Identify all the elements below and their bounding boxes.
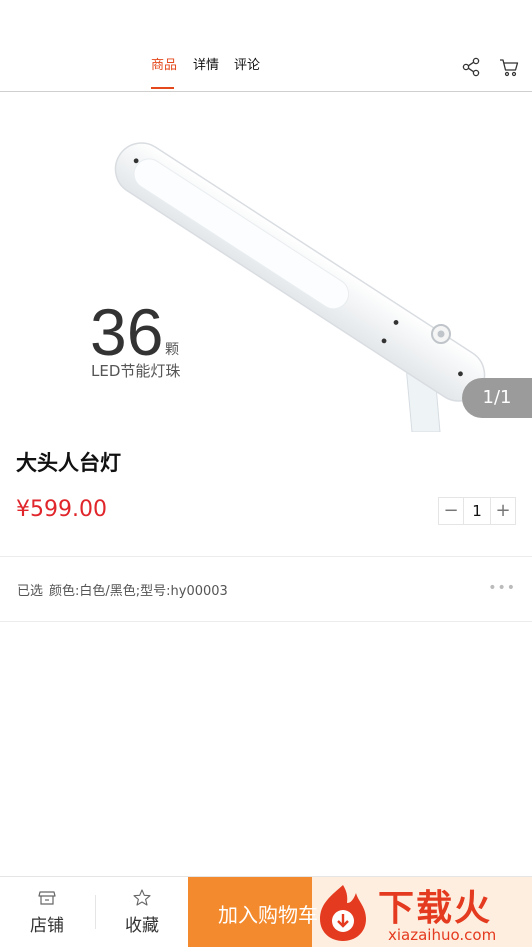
spec-label: 已选 <box>17 584 44 599</box>
bottom-action-bar: 店铺 收藏 加入购物车 下载火 xiazaihuo.com <box>0 876 532 947</box>
quantity-value[interactable]: 1 <box>463 498 491 524</box>
store-icon <box>38 891 56 905</box>
flame-logo-icon <box>320 885 366 941</box>
spec-selector-row[interactable]: 已选 颜色:白色/黑色;型号:hy00003 ••• <box>0 558 532 620</box>
feature-caption: LED节能灯珠 <box>91 362 180 380</box>
tab-product[interactable]: 商品 <box>151 54 177 73</box>
image-counter: 1/1 <box>462 378 532 418</box>
favorite-button[interactable]: 收藏 <box>95 877 189 947</box>
tab-reviews[interactable]: 评论 <box>234 54 260 73</box>
star-icon <box>133 889 151 906</box>
divider <box>0 621 532 622</box>
tab-details[interactable]: 详情 <box>193 54 219 73</box>
favorite-label: 收藏 <box>125 916 159 936</box>
watermark-url: xiazaihuo.com <box>388 926 497 944</box>
decrease-quantity-button[interactable]: − <box>439 498 463 524</box>
add-to-cart-label: 加入购物车 <box>218 903 318 927</box>
product-title: 大头人台灯 <box>16 451 121 475</box>
top-navigation-bar: 商品 详情 评论 <box>0 0 532 92</box>
increase-quantity-button[interactable]: + <box>491 498 515 524</box>
spec-value: 颜色:白色/黑色;型号:hy00003 <box>49 584 228 599</box>
watermark-title: 下载火 <box>378 888 493 929</box>
divider <box>0 556 532 557</box>
quantity-stepper: − 1 + <box>438 497 516 525</box>
lamp-image: 36 颗 LED节能灯珠 <box>90 142 486 432</box>
feature-unit: 颗 <box>165 342 179 358</box>
share-icon[interactable] <box>460 56 482 78</box>
product-price: ¥599.00 <box>16 497 107 522</box>
cart-icon[interactable] <box>498 56 520 78</box>
watermark: 下载火 xiazaihuo.com <box>312 877 532 947</box>
shop-label: 店铺 <box>30 916 64 936</box>
more-icon[interactable]: ••• <box>488 580 516 596</box>
shop-button[interactable]: 店铺 <box>0 877 94 947</box>
active-tab-indicator <box>151 87 174 89</box>
feature-number: 36 <box>90 295 163 369</box>
product-image-gallery[interactable]: 36 颗 LED节能灯珠 <box>0 92 532 432</box>
